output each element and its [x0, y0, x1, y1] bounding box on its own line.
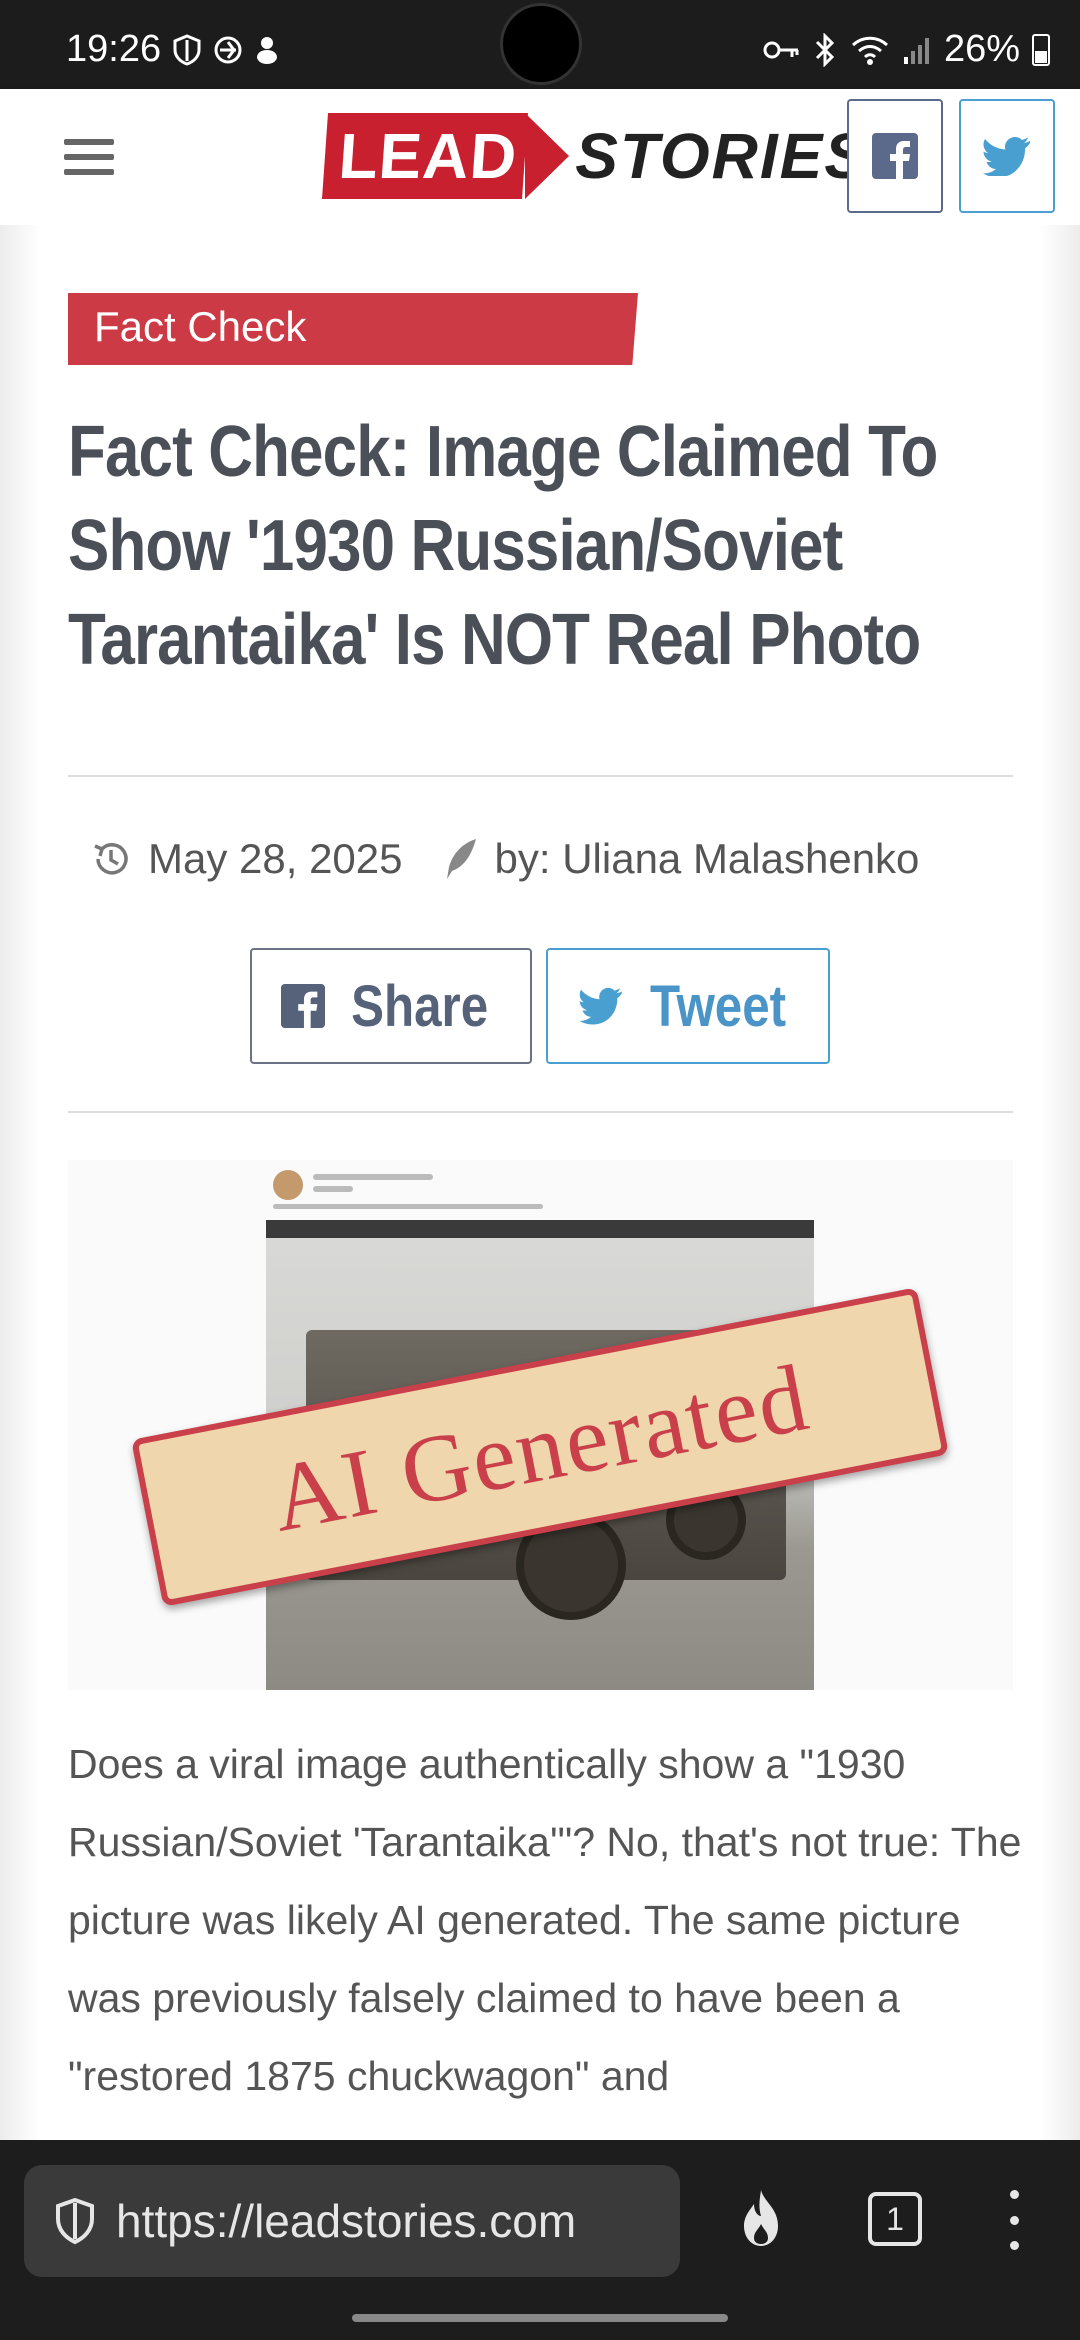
logo-lead-text: LEAD — [321, 113, 529, 199]
quill-icon — [446, 839, 476, 879]
browser-toolbar: https://leadstories.com 1 — [0, 2140, 1080, 2340]
flame-icon[interactable] — [734, 2186, 788, 2250]
post-time-placeholder — [313, 1186, 353, 1192]
more-options-icon[interactable] — [1010, 2190, 1020, 2250]
logo-arrow — [525, 113, 570, 199]
tweet-button[interactable]: Tweet — [546, 948, 830, 1064]
status-icons-left — [172, 34, 280, 66]
article-date: May 28, 2025 — [148, 835, 403, 882]
battery-icon — [1032, 33, 1050, 66]
site-logo[interactable]: LEAD STORIES — [321, 111, 869, 201]
article-author[interactable]: by: Uliana Malashenko — [495, 835, 920, 883]
key-icon — [763, 41, 799, 58]
share-label: Share — [351, 973, 489, 1039]
shield-icon — [56, 2197, 94, 2245]
article-image[interactable]: AI Generated — [68, 1160, 1013, 1690]
site-header: LEAD STORIES — [0, 89, 1080, 225]
post-author-placeholder — [313, 1174, 433, 1180]
facebook-icon — [281, 984, 326, 1028]
divider — [68, 1111, 1013, 1113]
article-page: Fact Check Fact Check: Image Claimed To … — [0, 225, 1080, 2140]
shield-icon — [173, 34, 201, 66]
category-label: Fact Check — [94, 303, 307, 350]
share-button[interactable]: Share — [250, 948, 532, 1064]
home-indicator[interactable] — [352, 2314, 728, 2322]
article-title: Fact Check: Image Claimed To Show '1930 … — [68, 412, 938, 680]
vpn-icon — [214, 36, 242, 64]
url-text: https://leadstories.com — [116, 2195, 577, 2247]
tweet-label: Tweet — [649, 973, 787, 1039]
notification-icon — [257, 37, 277, 64]
divider — [68, 775, 1013, 777]
tab-count-button[interactable]: 1 — [868, 2192, 922, 2246]
article-meta: May 28, 2025 by: Uliana Malashenko — [90, 835, 919, 883]
camera-cutout — [500, 3, 582, 85]
facebook-icon — [872, 133, 918, 179]
menu-icon[interactable] — [64, 139, 114, 175]
logo-stories-text: STORIES — [575, 120, 869, 192]
bluetooth-icon — [815, 32, 835, 67]
status-icons-right: 26% — [762, 28, 1050, 71]
status-bar: 19:26 26% — [0, 0, 1080, 89]
twitter-icon — [579, 987, 622, 1025]
header-twitter-button[interactable] — [959, 99, 1055, 213]
battery-percent: 26% — [943, 28, 1020, 70]
address-bar[interactable]: https://leadstories.com — [24, 2165, 680, 2277]
category-badge[interactable]: Fact Check — [68, 293, 638, 365]
post-caption-placeholder — [273, 1204, 543, 1209]
twitter-icon — [983, 137, 1030, 176]
wifi-icon — [851, 36, 888, 65]
header-facebook-button[interactable] — [847, 99, 943, 213]
article-body: Does a viral image authentically show a … — [68, 1741, 1022, 2099]
status-time: 19:26 — [66, 28, 162, 70]
signal-icon — [903, 37, 929, 64]
post-avatar — [273, 1170, 303, 1200]
history-icon — [94, 843, 128, 875]
